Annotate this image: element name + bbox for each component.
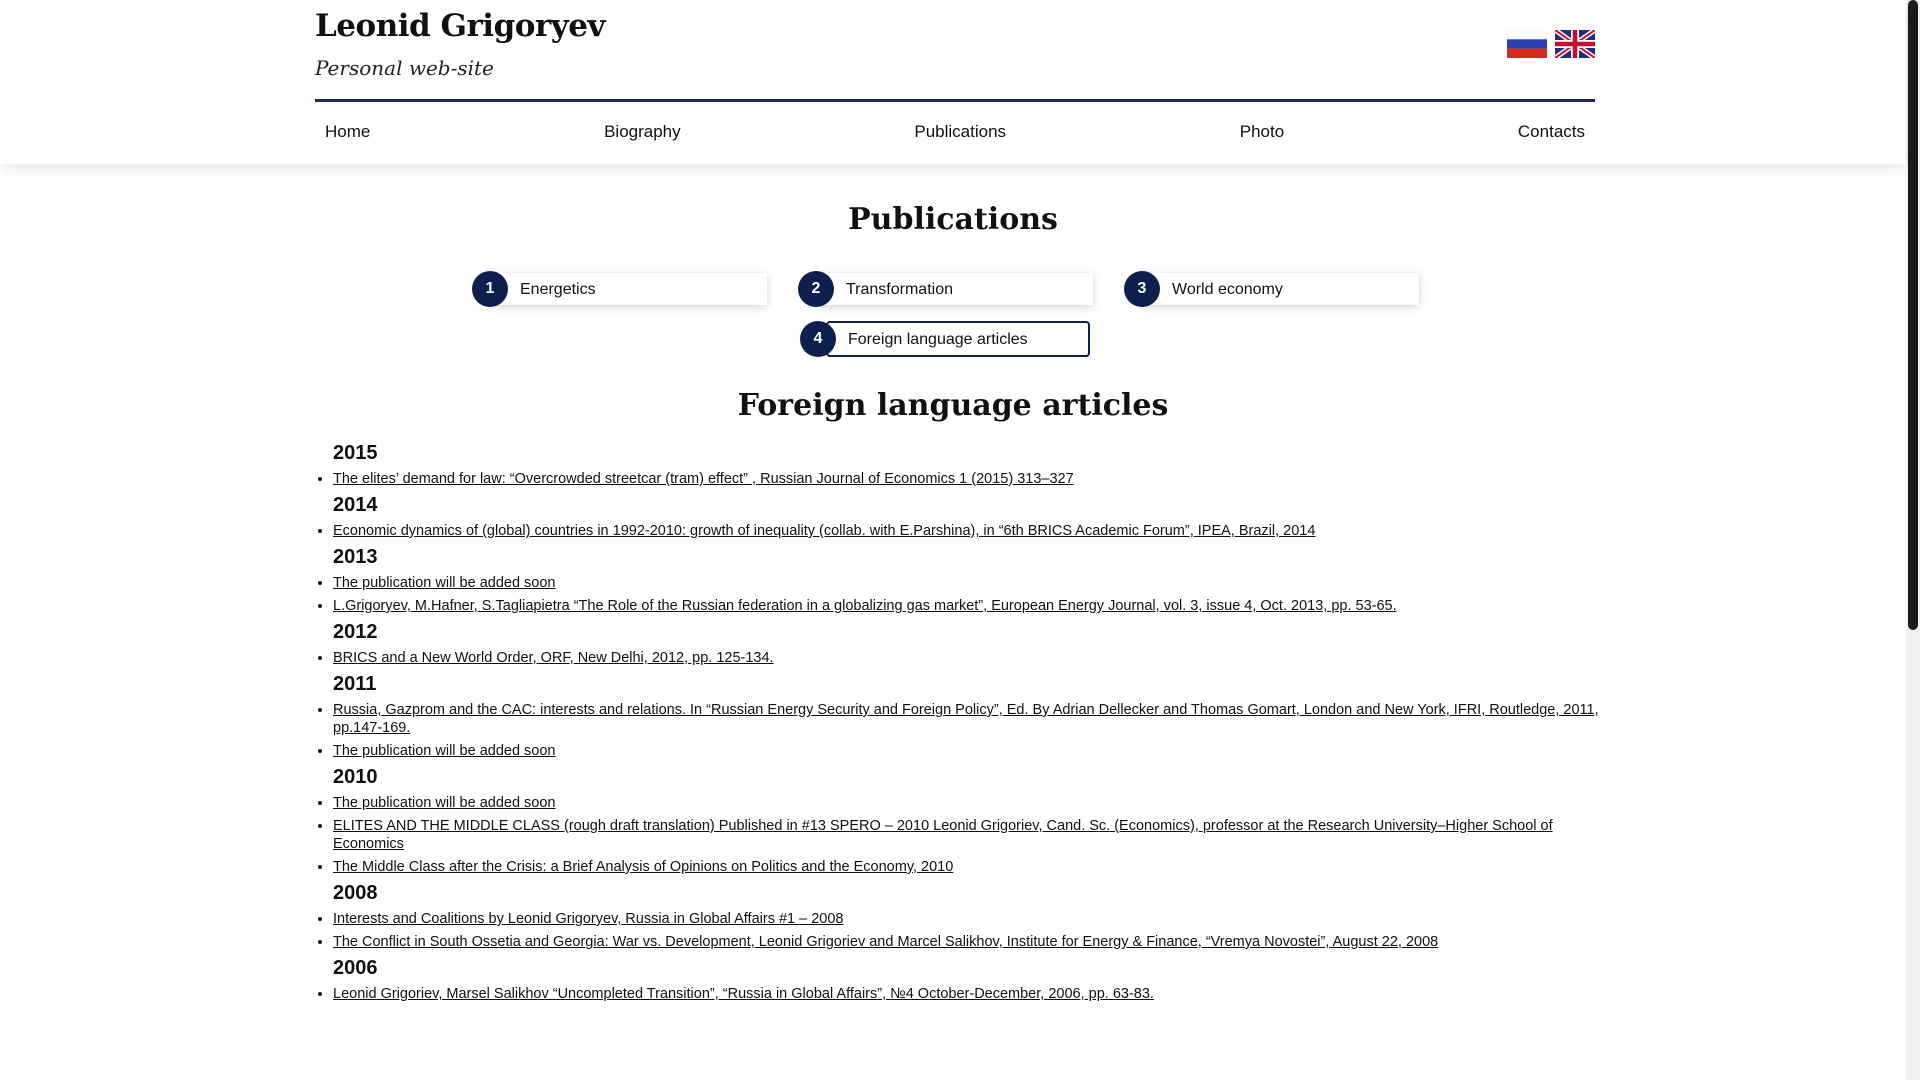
list-item: Interests and Coalitions by Leonid Grigo… bbox=[333, 910, 1617, 928]
scrollbar[interactable] bbox=[1906, 0, 1920, 1080]
publication-link[interactable]: The publication will be added soon bbox=[333, 575, 555, 591]
year-publications: BRICS and a New World Order, ORF, New De… bbox=[317, 649, 1617, 667]
publication-link[interactable]: BRICS and a New World Order, ORF, New De… bbox=[333, 650, 774, 666]
category-label: Energetics bbox=[520, 281, 596, 298]
category-number: 2 bbox=[798, 271, 834, 307]
scrollbar-thumb[interactable] bbox=[1908, 0, 1918, 630]
category-number: 4 bbox=[800, 321, 836, 357]
year-publications: Economic dynamics of (global) countries … bbox=[317, 522, 1617, 540]
site-title[interactable]: Leonid Grigoryev bbox=[315, 8, 606, 44]
year-publications: The elites’ demand for law: “Overcrowded… bbox=[317, 470, 1617, 488]
year-heading: 2013 bbox=[333, 546, 378, 568]
publication-link[interactable]: The Conflict in South Ossetia and Georgi… bbox=[333, 934, 1438, 950]
publication-link[interactable]: Russia, Gazprom and the CAC: interests a… bbox=[333, 702, 1599, 736]
year-publications: The publication will be added soon L.Gri… bbox=[317, 574, 1617, 615]
site-subtitle: Personal web-site bbox=[315, 56, 494, 80]
publication-link[interactable]: The publication will be added soon bbox=[333, 743, 555, 759]
publication-link[interactable]: The publication will be added soon bbox=[333, 795, 555, 811]
publication-link[interactable]: The Middle Class after the Crisis: a Bri… bbox=[333, 859, 953, 875]
site-header: Leonid Grigoryev Personal web-site Home … bbox=[0, 0, 1906, 164]
year-publications: Leonid Grigoriev, Marsel Salikhov “Uncom… bbox=[317, 985, 1617, 1003]
list-item: The publication will be added soon bbox=[333, 794, 1617, 812]
list-item: The Middle Class after the Crisis: a Bri… bbox=[333, 858, 1617, 876]
category-label: World economy bbox=[1172, 281, 1283, 298]
category-label: Transformation bbox=[846, 281, 953, 298]
category-number: 3 bbox=[1124, 271, 1160, 307]
category-world-economy[interactable]: 3 World economy bbox=[1124, 271, 1424, 307]
uk-flag-icon[interactable] bbox=[1555, 30, 1595, 58]
category-energetics[interactable]: 1 Energetics bbox=[472, 271, 772, 307]
category-foreign-language-articles[interactable]: 4 Foreign language articles bbox=[800, 321, 1100, 357]
publications-list: 2015 The elites’ demand for law: “Overcr… bbox=[317, 442, 1617, 1009]
list-item: The Conflict in South Ossetia and Georgi… bbox=[333, 933, 1617, 951]
list-item: The publication will be added soon bbox=[333, 742, 1617, 760]
nav-contacts[interactable]: Contacts bbox=[1508, 122, 1595, 142]
publication-link[interactable]: Interests and Coalitions by Leonid Grigo… bbox=[333, 911, 843, 927]
header-inner: Leonid Grigoryev Personal web-site Home … bbox=[315, 0, 1595, 164]
list-item: BRICS and a New World Order, ORF, New De… bbox=[333, 649, 1617, 667]
list-item: Russia, Gazprom and the CAC: interests a… bbox=[333, 701, 1617, 737]
list-item: The elites’ demand for law: “Overcrowded… bbox=[333, 470, 1617, 488]
year-heading: 2006 bbox=[333, 957, 378, 979]
year-publications: The publication will be added soon ELITE… bbox=[317, 794, 1617, 876]
list-item: ELITES AND THE MIDDLE CLASS (rough draft… bbox=[333, 817, 1617, 853]
publication-link[interactable]: The elites’ demand for law: “Overcrowded… bbox=[333, 471, 1074, 487]
publication-link[interactable]: ELITES AND THE MIDDLE CLASS (rough draft… bbox=[333, 818, 1553, 852]
nav-home[interactable]: Home bbox=[315, 122, 380, 142]
category-transformation[interactable]: 2 Transformation bbox=[798, 271, 1098, 307]
main-nav: Home Biography Publications Photo Contac… bbox=[315, 102, 1595, 162]
list-item: The publication will be added soon bbox=[333, 574, 1617, 592]
list-item: Leonid Grigoriev, Marsel Salikhov “Uncom… bbox=[333, 985, 1617, 1003]
russian-flag-icon[interactable] bbox=[1507, 30, 1547, 58]
publication-link[interactable]: L.Grigoryev, M.Hafner, S.Tagliapietra “T… bbox=[333, 598, 1397, 614]
language-switcher bbox=[1507, 30, 1595, 58]
year-publications: Interests and Coalitions by Leonid Grigo… bbox=[317, 910, 1617, 951]
category-number: 1 bbox=[472, 271, 508, 307]
year-heading: 2011 bbox=[333, 673, 377, 695]
year-heading: 2012 bbox=[333, 621, 378, 643]
year-heading: 2010 bbox=[333, 766, 378, 788]
nav-publications[interactable]: Publications bbox=[904, 122, 1016, 142]
year-publications: Russia, Gazprom and the CAC: interests a… bbox=[317, 701, 1617, 760]
year-heading: 2015 bbox=[333, 442, 378, 464]
publication-link[interactable]: Economic dynamics of (global) countries … bbox=[333, 523, 1315, 539]
year-heading: 2014 bbox=[333, 494, 378, 516]
list-item: Economic dynamics of (global) countries … bbox=[333, 522, 1617, 540]
nav-biography[interactable]: Biography bbox=[594, 122, 691, 142]
page-title: Publications bbox=[848, 202, 1058, 237]
section-title: Foreign language articles bbox=[737, 388, 1169, 423]
nav-photo[interactable]: Photo bbox=[1230, 122, 1294, 142]
year-heading: 2008 bbox=[333, 882, 378, 904]
publication-link[interactable]: Leonid Grigoriev, Marsel Salikhov “Uncom… bbox=[333, 986, 1154, 1002]
list-item: L.Grigoryev, M.Hafner, S.Tagliapietra “T… bbox=[333, 597, 1617, 615]
category-label: Foreign language articles bbox=[848, 331, 1028, 348]
